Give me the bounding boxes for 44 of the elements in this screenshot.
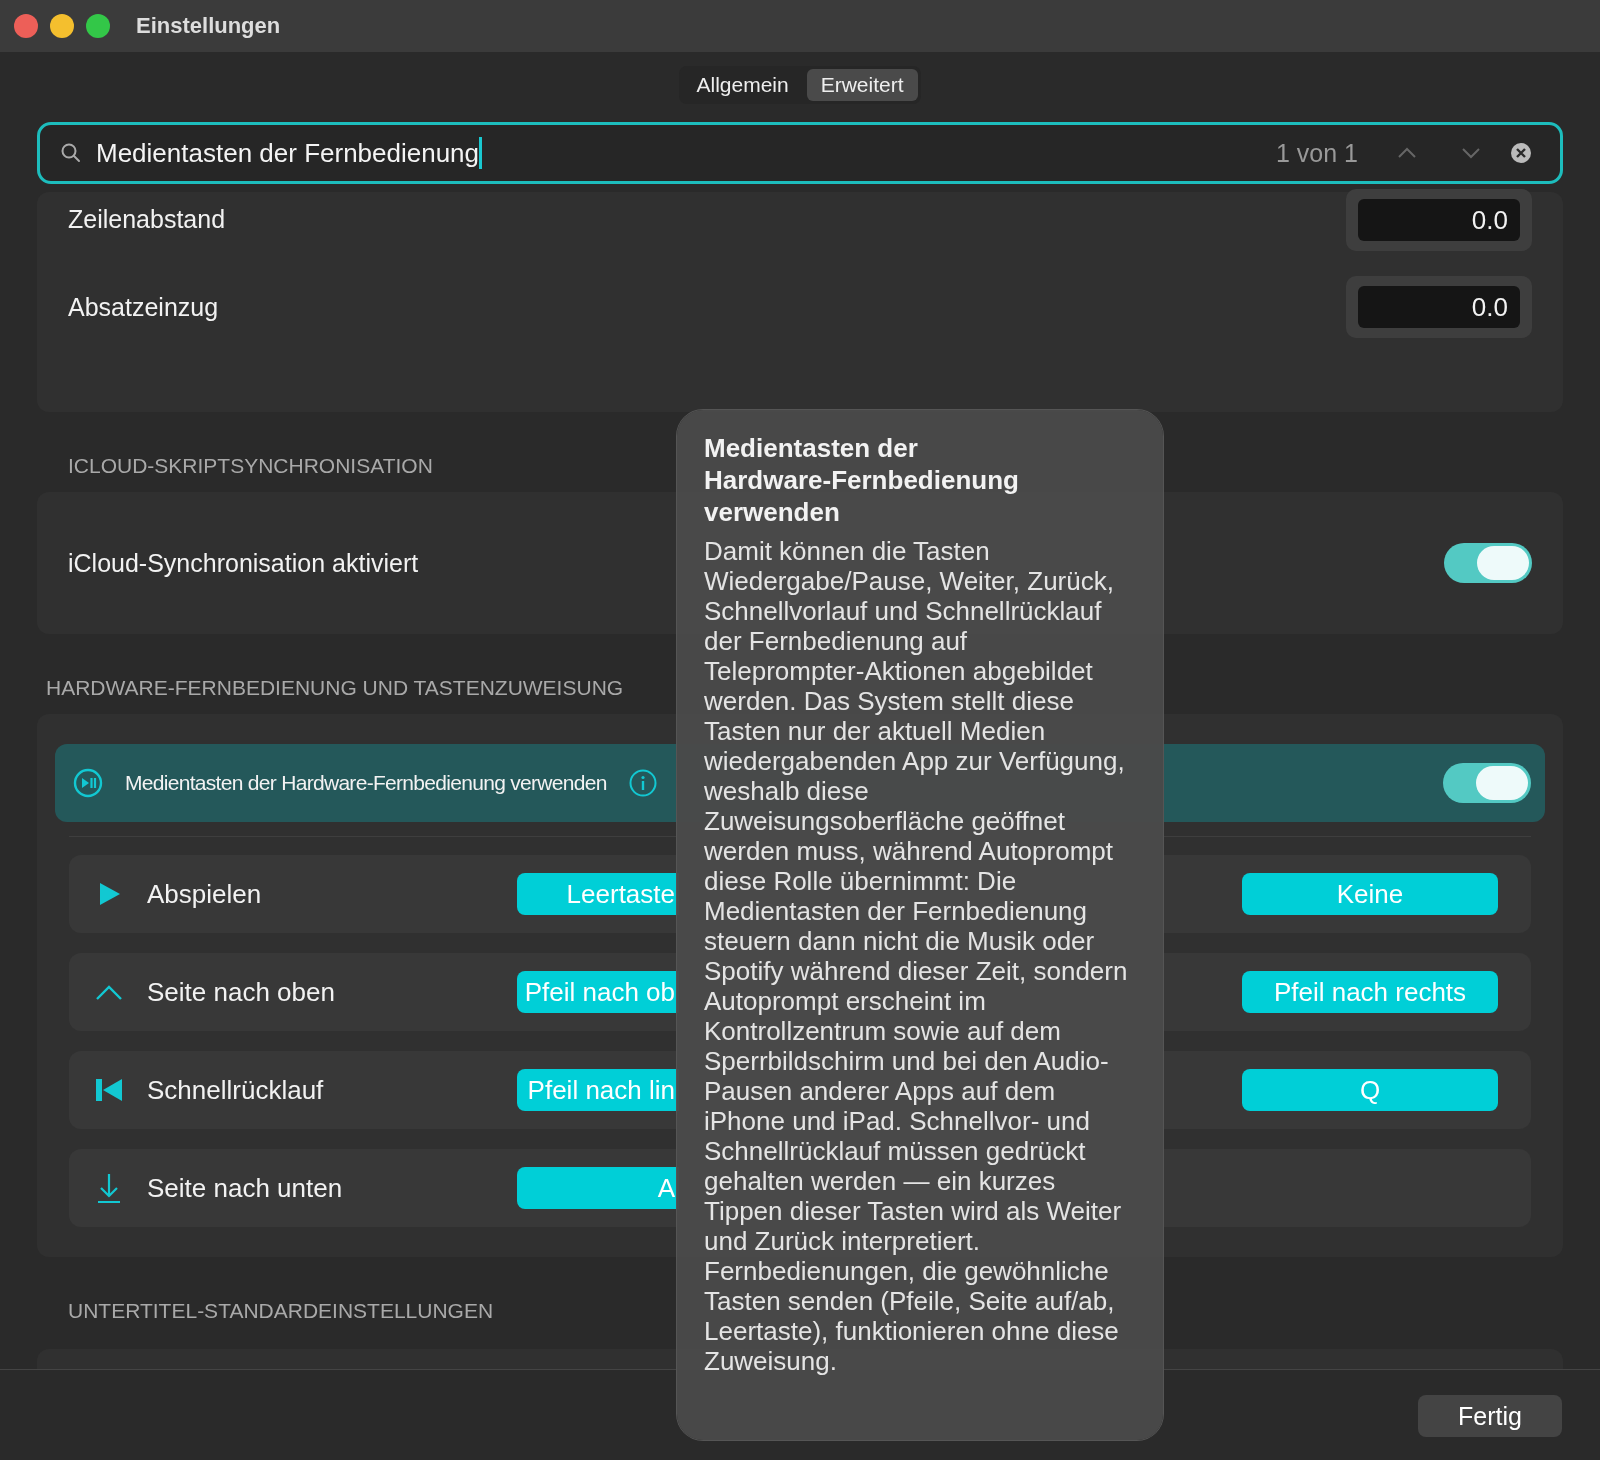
action-label: Seite nach oben [147, 976, 336, 1008]
key-button[interactable]: Q [1242, 1069, 1498, 1111]
key-button[interactable]: Pfeil nach ob [517, 971, 679, 1013]
info-icon[interactable] [628, 769, 657, 797]
key-button[interactable]: A [517, 1167, 679, 1209]
action-label: Schnellrücklauf [147, 1074, 325, 1106]
text-cursor [479, 137, 483, 169]
popover-text: Damit können die Tasten Wiedergabe/Pause, Weiter, Zurück, Schnellvorlauf und Schnellrücklauf der Fernbedienung auf Teleprompter-Aktionen abgebildet werden. Das System stellt diese Tasten nur der aktuell Medien wiedergabenden App zur Verfügung, weshalb diese Zuweisungsoberfläche geöffnet werden muss, während Autoprompt diese Rolle übernimmt: Die Medientasten der Fernbedienung steuern dann nicht die Musik oder Spotify während dieser Zeit, sondern Autoprompt erscheint im Kontrollzentrum sowie auf dem Sperrbildschirm und bei den Audio-Pausen anderer Apps auf dem iPhone und iPad. Schnellvor- und Schnellrücklauf müssen gedrückt gehalten werden — ein kurzes Tippen dieser Tasten wird als Weiter und Zurück interpretiert. Fernbedienungen, die gewöhnliche Tasten senden (Pfeile, Seite auf/ab, Leertaste), funktionieren ohne diese Zuweisung. [704, 536, 1129, 1376]
number-field[interactable]: 0.0 [1346, 188, 1532, 251]
zoom-button[interactable] [86, 14, 110, 38]
tab[interactable]: Erweitert [806, 69, 918, 101]
toggle-switch[interactable] [1444, 543, 1532, 583]
skip-back-icon [95, 1078, 123, 1102]
download-arrow-icon [96, 1172, 122, 1204]
chevron-up-icon [95, 983, 123, 1001]
minimize-button[interactable] [50, 14, 74, 38]
action-label: Seite nach unten [147, 1172, 344, 1204]
key-button[interactable]: Keine [1242, 873, 1498, 915]
popover-title: Medientasten der Hardware-Fernbedienung verwenden [704, 432, 1020, 528]
setting-label: Zeilenabstand [68, 205, 226, 234]
action-label: Abspielen [147, 878, 263, 910]
section-header: ICLOUD-SKRIPTSYNCHRONISATION [68, 454, 433, 478]
next-match-icon[interactable] [1460, 146, 1482, 160]
clear-icon[interactable] [1510, 142, 1532, 164]
search-text: Medientasten der Fernbedienung [96, 137, 480, 169]
search-icon [60, 142, 82, 164]
setting-label: Medientasten der Hardware-Fernbedienung verwenden [125, 771, 607, 795]
section-header: UNTERTITEL-STANDARDEINSTELLUNGEN [68, 1299, 494, 1323]
done-button[interactable]: Fertig [1418, 1395, 1562, 1437]
close-button[interactable] [14, 14, 38, 38]
key-button[interactable]: Pfeil nach rechts [1242, 971, 1498, 1013]
previous-match-icon[interactable] [1396, 146, 1418, 160]
play-pause-icon [73, 768, 103, 798]
toggle-switch[interactable] [1443, 763, 1531, 803]
key-button[interactable]: Leertaste [517, 873, 679, 915]
setting-label: iCloud-Synchronisation aktiviert [68, 548, 419, 578]
tab[interactable]: Allgemein [682, 69, 803, 101]
search-field[interactable]: Medientasten der Fernbedienung 1 von 1 [37, 122, 1563, 184]
key-button[interactable]: Pfeil nach lin [517, 1069, 679, 1111]
number-field[interactable]: 0.0 [1346, 276, 1532, 338]
setting-label: Absatzeinzug [68, 292, 219, 322]
section-header: HARDWARE-FERNBEDIENUNG UND TASTENZUWEISUNG [46, 676, 624, 700]
window-title: Einstellungen [136, 13, 281, 39]
match-count: 1 von 1 [1276, 138, 1358, 168]
